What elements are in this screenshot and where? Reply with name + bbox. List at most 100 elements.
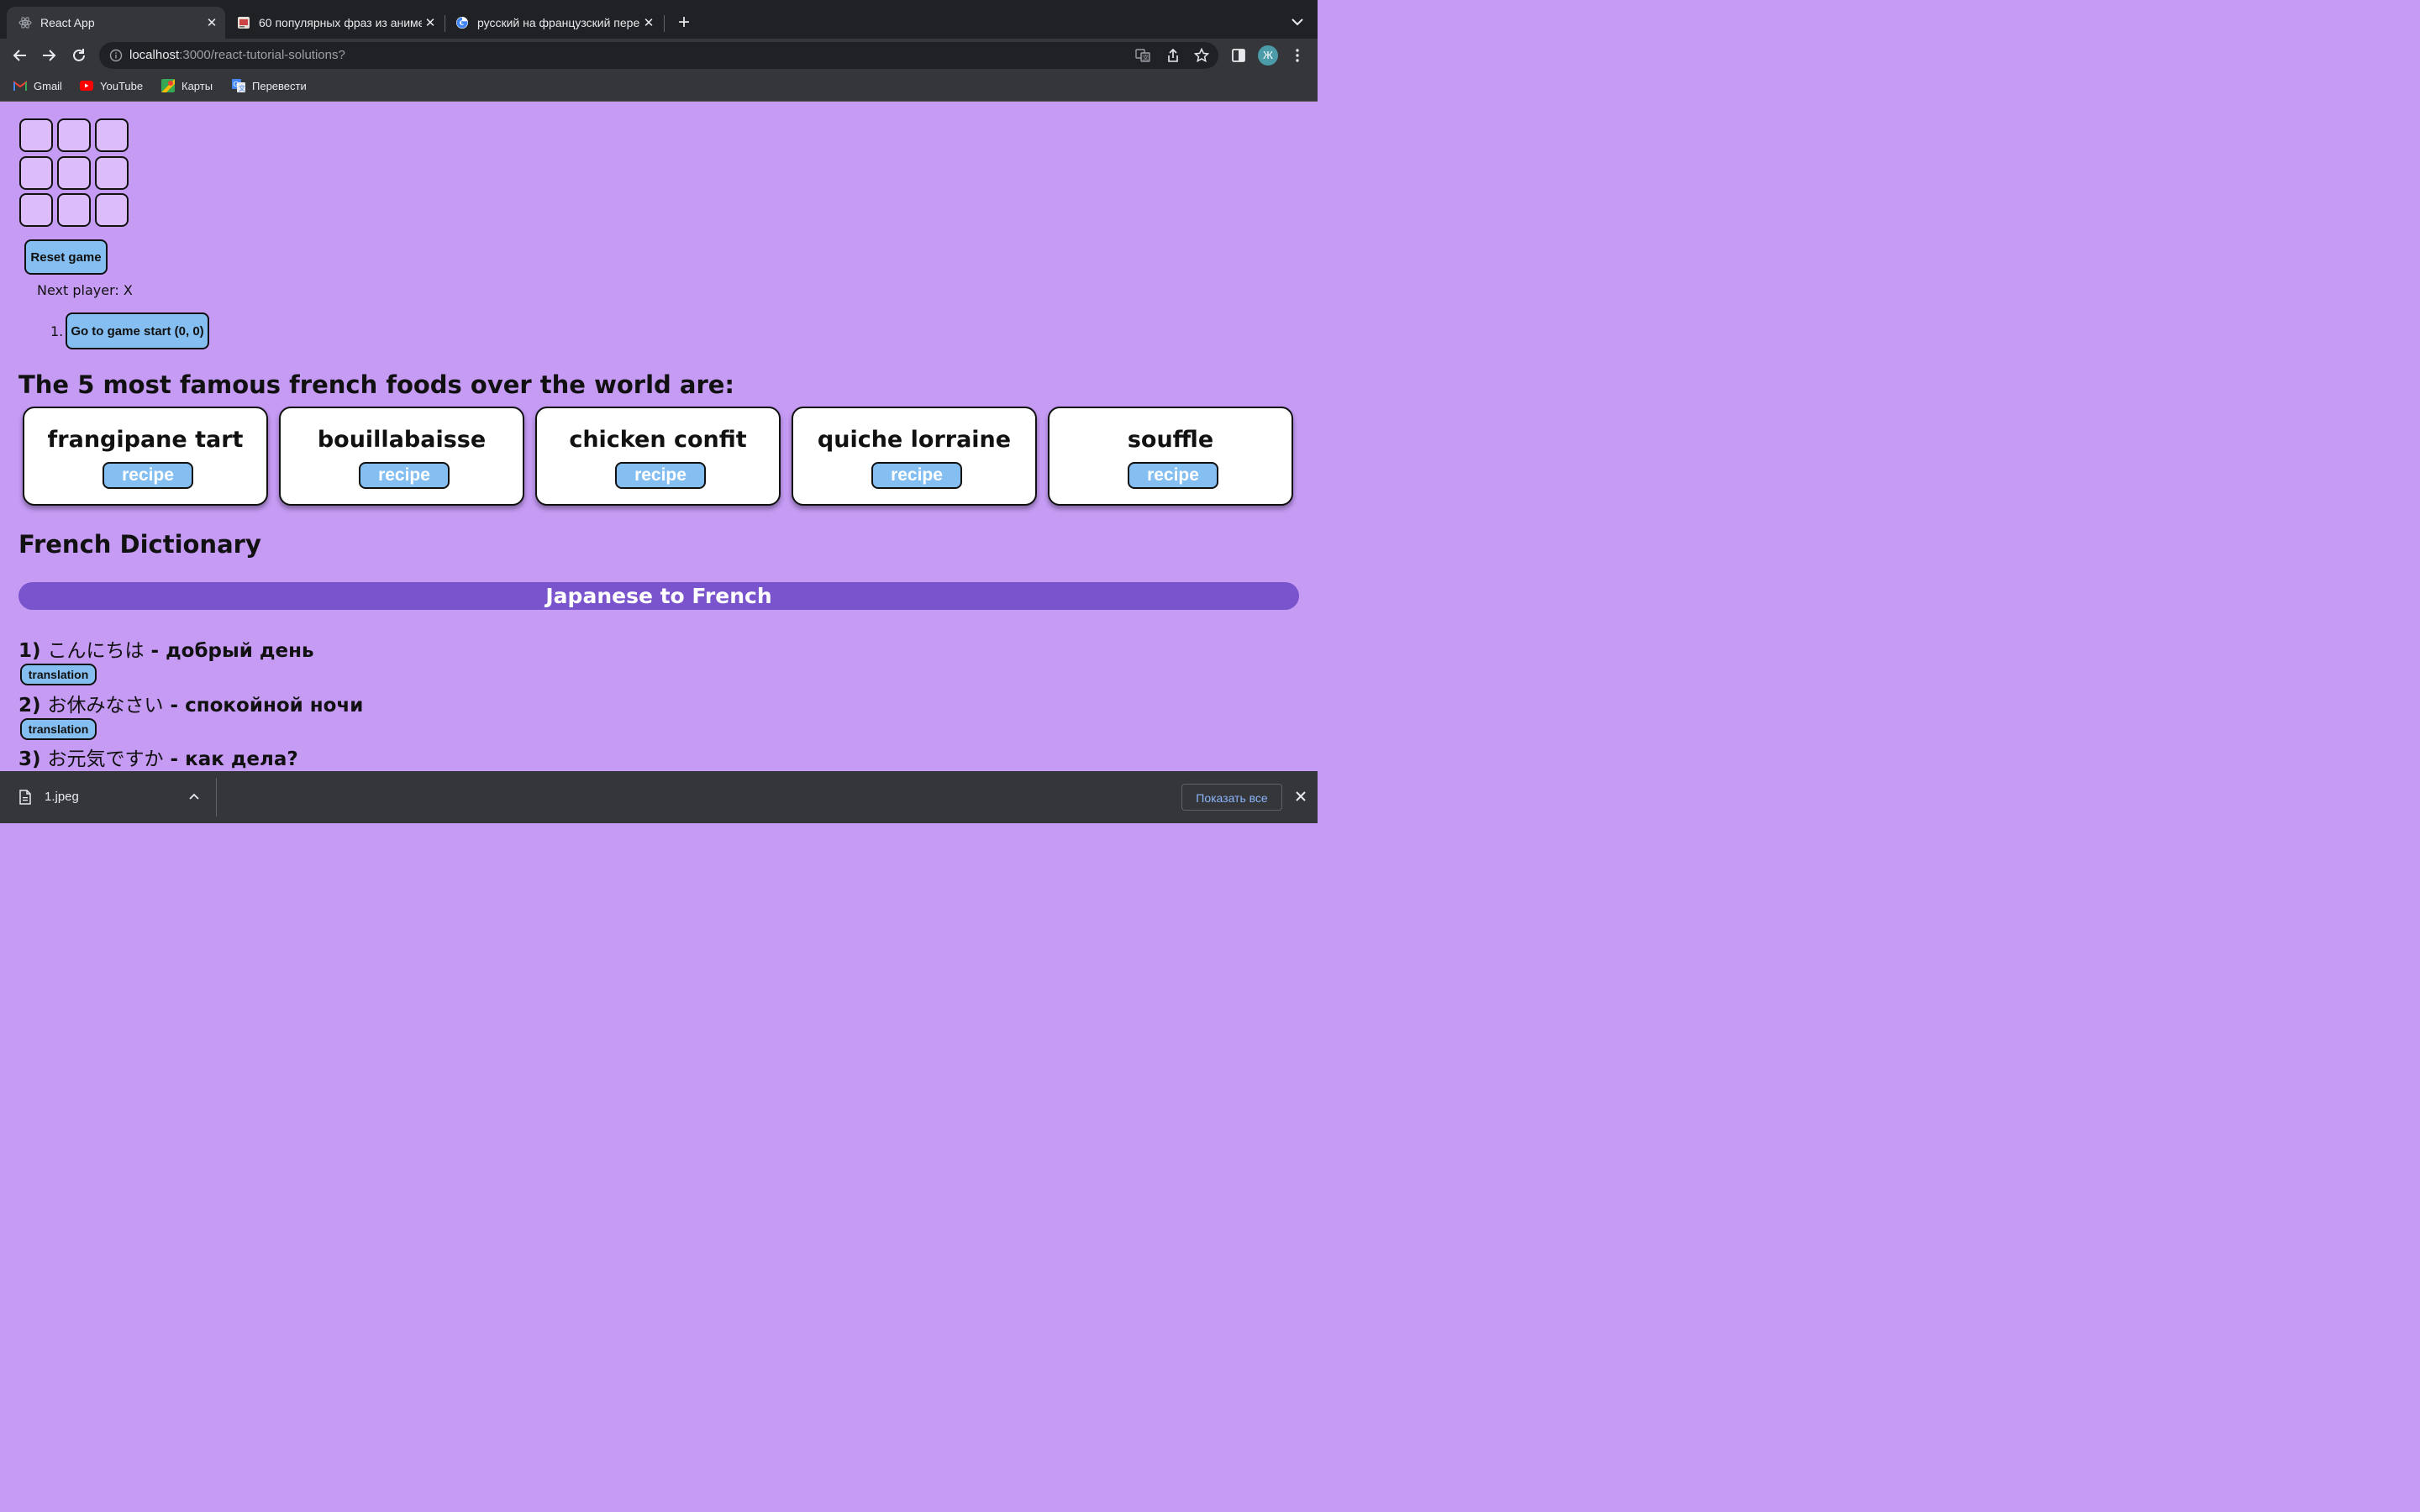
board-square-9[interactable] (95, 193, 129, 227)
site-info-icon[interactable] (109, 49, 123, 66)
dictionary-entry: 3) お元気ですか - как дела? (18, 743, 298, 771)
side-panel-icon[interactable] (1230, 47, 1247, 64)
entry-japanese: お元気ですか (47, 748, 164, 770)
bookmark-label: YouTube (100, 79, 144, 92)
new-tab-button[interactable]: + (674, 10, 694, 35)
page-content: Reset game Next player: X 1. Go to game … (0, 102, 1318, 771)
food-name: quiche lorraine (817, 427, 1012, 453)
bookmark-youtube[interactable]: YouTube (80, 79, 143, 92)
entry-separator: - (144, 640, 166, 662)
download-divider (216, 778, 217, 816)
show-all-downloads-button[interactable]: Показать все (1181, 784, 1282, 811)
translation-button[interactable]: translation (20, 664, 97, 685)
bookmark-translate[interactable]: G文 Перевести (232, 79, 307, 92)
svg-text:G: G (234, 81, 239, 88)
tab-close-icon[interactable]: ✕ (203, 15, 220, 30)
recipe-button[interactable]: recipe (1128, 462, 1218, 489)
bookmark-label: Перевести (252, 79, 307, 92)
entry-separator: - (163, 748, 186, 770)
close-icon[interactable] (1294, 790, 1307, 807)
download-shelf: 1.jpeg Показать все (0, 771, 1318, 823)
tab-google-translate[interactable]: русский на французский перевод ✕ (444, 7, 662, 39)
board-square-7[interactable] (19, 193, 53, 227)
page-thumbnail-icon (237, 16, 250, 29)
entry-translation: как дела? (185, 748, 298, 770)
bookmark-maps[interactable]: Карты (161, 79, 213, 92)
svg-text:文: 文 (1143, 54, 1149, 61)
entry-japanese: こんにちは (47, 640, 145, 662)
back-button[interactable] (8, 44, 32, 67)
board-square-5[interactable] (57, 156, 91, 190)
url-path: :3000/react-tutorial-solutions? (179, 48, 345, 62)
dictionary-heading: French Dictionary (18, 530, 261, 559)
tab-title: русский на французский перевод (477, 16, 640, 29)
tab-react-app[interactable]: React App ✕ (7, 7, 225, 39)
board-square-4[interactable] (19, 156, 53, 190)
bookmark-gmail[interactable]: Gmail (13, 79, 62, 92)
tab-strip: React App ✕ 60 популярных фраз из аниме … (0, 0, 1318, 39)
board-square-6[interactable] (95, 156, 129, 190)
entry-japanese: お休みなさい (47, 695, 164, 717)
move-list-number: 1. (50, 323, 64, 339)
board-square-3[interactable] (95, 118, 129, 152)
entry-translation: спокойной ночи (185, 695, 364, 717)
food-name: chicken confit (569, 427, 747, 453)
bookmark-label: Карты (182, 79, 213, 92)
browser-toolbar: localhost:3000/react-tutorial-solutions?… (0, 39, 1318, 72)
food-card: souffle recipe (1048, 407, 1293, 506)
tab-close-icon[interactable]: ✕ (640, 15, 657, 30)
translation-button[interactable]: translation (20, 718, 97, 740)
recipe-button[interactable]: recipe (103, 462, 193, 489)
url-host: localhost (129, 48, 180, 62)
download-file-name[interactable]: 1.jpeg (45, 790, 79, 804)
game-status: Next player: X (37, 282, 133, 298)
url-text[interactable]: localhost:3000/react-tutorial-solutions? (129, 48, 345, 62)
food-card: bouillabaisse recipe (279, 407, 524, 506)
food-name: bouillabaisse (317, 427, 487, 453)
arrow-left-icon (13, 50, 26, 61)
entry-number: 1) (18, 640, 41, 662)
translate-page-icon[interactable]: 文 (1134, 47, 1151, 64)
translate-icon: G文 (232, 79, 245, 92)
foods-heading: The 5 most famous french foods over the … (18, 370, 735, 399)
google-icon (455, 16, 469, 29)
recipe-button[interactable]: recipe (615, 462, 706, 489)
bookmark-label: Gmail (34, 79, 62, 92)
entry-separator: - (163, 695, 186, 717)
chevron-up-icon[interactable] (187, 790, 201, 807)
food-name: frangipane tart (47, 427, 244, 453)
dictionary-entry: 2) お休みなさい - спокойной ночи (18, 689, 363, 717)
food-card: frangipane tart recipe (23, 407, 268, 506)
file-icon (18, 790, 32, 809)
go-to-game-start-button[interactable]: Go to game start (0, 0) (66, 312, 209, 349)
profile-avatar[interactable]: Ж (1258, 45, 1278, 66)
recipe-button[interactable]: recipe (871, 462, 962, 489)
reload-button[interactable] (67, 44, 91, 67)
maps-icon (161, 79, 175, 92)
food-card: quiche lorraine recipe (792, 407, 1037, 506)
reset-game-button[interactable]: Reset game (24, 239, 108, 275)
bookmark-star-icon[interactable] (1193, 47, 1210, 64)
tab-close-icon[interactable]: ✕ (422, 15, 439, 30)
tab-search-chevron-icon[interactable] (1289, 12, 1306, 32)
tab-anime-phrases[interactable]: 60 популярных фраз из аниме ✕ (225, 7, 444, 39)
gmail-icon (13, 79, 27, 92)
forward-button[interactable] (37, 44, 60, 67)
food-name: souffle (1127, 427, 1214, 453)
arrow-right-icon (43, 50, 56, 61)
recipe-button[interactable]: recipe (359, 462, 450, 489)
address-bar[interactable]: localhost:3000/react-tutorial-solutions?… (99, 42, 1218, 69)
dictionary-entry: 1) こんにちは - добрый день (18, 634, 314, 663)
japanese-to-french-bar: Japanese to French (18, 582, 1299, 610)
board-square-1[interactable] (19, 118, 53, 152)
kebab-menu-icon[interactable] (1289, 47, 1306, 64)
board-square-2[interactable] (57, 118, 91, 152)
share-icon[interactable] (1165, 47, 1181, 64)
entry-number: 2) (18, 695, 41, 717)
bookmarks-bar: Gmail YouTube Карты G文 Перевести (0, 72, 1318, 102)
reload-icon (73, 49, 85, 61)
entry-number: 3) (18, 748, 41, 770)
tab-title: React App (40, 16, 95, 29)
youtube-icon (80, 79, 93, 92)
board-square-8[interactable] (57, 193, 91, 227)
